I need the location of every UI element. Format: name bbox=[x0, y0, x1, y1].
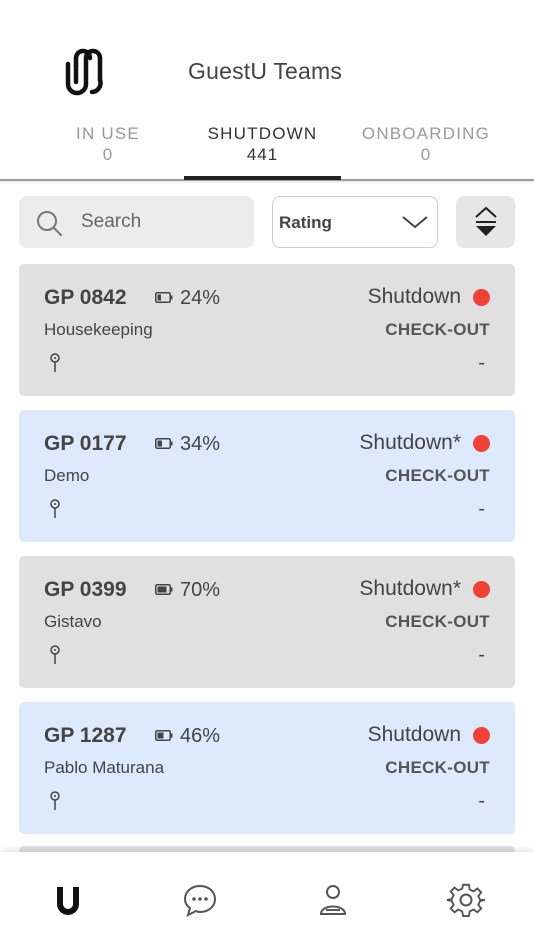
tab-count: 0 bbox=[102, 145, 114, 164]
rating-selected-value: Rating bbox=[279, 213, 332, 232]
battery-level: 46% bbox=[180, 725, 221, 747]
device-card[interactable]: GP 1287 46% Pablo Maturana Shutdown CHEC… bbox=[19, 702, 515, 834]
battery-level: 24% bbox=[180, 287, 221, 309]
device-card[interactable]: GP 0177 34% Demo Shutdown* CHECK-OUT - bbox=[19, 410, 515, 542]
active-tab-indicator bbox=[184, 176, 341, 180]
device-card[interactable]: GP 0399 70% Gistavo Shutdown* CHECK-OUT … bbox=[19, 556, 515, 688]
device-list: GP 0842 24% Housekeeping Shutdown CHECK-… bbox=[19, 264, 515, 848]
chat-icon[interactable] bbox=[180, 880, 220, 920]
checkout-value: - bbox=[478, 790, 485, 812]
tab-onboarding[interactable]: ONBOARDING 0 bbox=[346, 124, 506, 165]
status-dot bbox=[473, 435, 490, 452]
tab-label: IN USE bbox=[76, 124, 140, 143]
device-assignee: Demo bbox=[44, 466, 90, 485]
chevron-down-icon bbox=[402, 216, 428, 229]
app-title: GuestU Teams bbox=[188, 58, 343, 84]
sort-icon bbox=[475, 206, 497, 236]
search-placeholder: Search bbox=[81, 211, 142, 232]
sort-button[interactable] bbox=[456, 196, 515, 248]
device-assignee: Gistavo bbox=[44, 612, 102, 631]
battery-level: 70% bbox=[180, 579, 221, 601]
battery-level: 34% bbox=[180, 433, 221, 455]
device-card[interactable]: GP 0842 24% Housekeeping Shutdown CHECK-… bbox=[19, 264, 515, 396]
key-icon bbox=[50, 791, 60, 810]
device-status: Shutdown* bbox=[359, 577, 461, 600]
device-assignee: Housekeeping bbox=[44, 320, 153, 339]
status-dot bbox=[473, 581, 490, 598]
app-header: GuestU Teams bbox=[0, 0, 534, 120]
rating-dropdown[interactable]: Rating bbox=[272, 196, 438, 248]
home-u-icon[interactable] bbox=[48, 880, 88, 920]
checkout-label: CHECK-OUT bbox=[385, 612, 490, 631]
battery-icon bbox=[155, 292, 173, 303]
checkout-label: CHECK-OUT bbox=[385, 758, 490, 777]
bottom-nav bbox=[0, 852, 534, 950]
battery-icon bbox=[155, 584, 173, 595]
battery-icon bbox=[155, 730, 173, 741]
device-assignee: Pablo Maturana bbox=[44, 758, 165, 777]
device-id: GP 0177 bbox=[44, 432, 127, 455]
search-input[interactable]: Search bbox=[19, 196, 254, 248]
key-icon bbox=[50, 353, 60, 372]
checkout-value: - bbox=[478, 498, 485, 520]
device-id: GP 0842 bbox=[44, 286, 127, 309]
tab-label: SHUTDOWN bbox=[207, 124, 318, 143]
device-id: GP 0399 bbox=[44, 578, 127, 601]
tab-shutdown[interactable]: SHUTDOWN 441 bbox=[184, 124, 341, 165]
device-status: Shutdown bbox=[367, 723, 461, 746]
checkout-value: - bbox=[478, 352, 485, 374]
checkout-label: CHECK-OUT bbox=[385, 320, 490, 339]
key-icon bbox=[50, 499, 60, 518]
guestu-logo-icon bbox=[65, 48, 103, 96]
key-icon bbox=[50, 645, 60, 664]
search-icon bbox=[37, 211, 62, 236]
gear-icon[interactable] bbox=[446, 880, 486, 920]
device-id: GP 1287 bbox=[44, 724, 127, 747]
battery-icon bbox=[155, 438, 173, 449]
status-dot bbox=[473, 289, 490, 306]
profile-icon[interactable] bbox=[313, 880, 353, 920]
status-dot bbox=[473, 727, 490, 744]
tab-label: ONBOARDING bbox=[361, 124, 491, 143]
status-tabs: IN USE 0 SHUTDOWN 441 ONBOARDING 0 bbox=[0, 124, 534, 182]
tab-in-use[interactable]: IN USE 0 bbox=[28, 124, 188, 165]
device-status: Shutdown bbox=[367, 285, 461, 308]
checkout-value: - bbox=[478, 644, 485, 666]
tab-count: 441 bbox=[246, 145, 279, 164]
checkout-label: CHECK-OUT bbox=[385, 466, 490, 485]
device-status: Shutdown* bbox=[359, 431, 461, 454]
tab-count: 0 bbox=[420, 145, 432, 164]
